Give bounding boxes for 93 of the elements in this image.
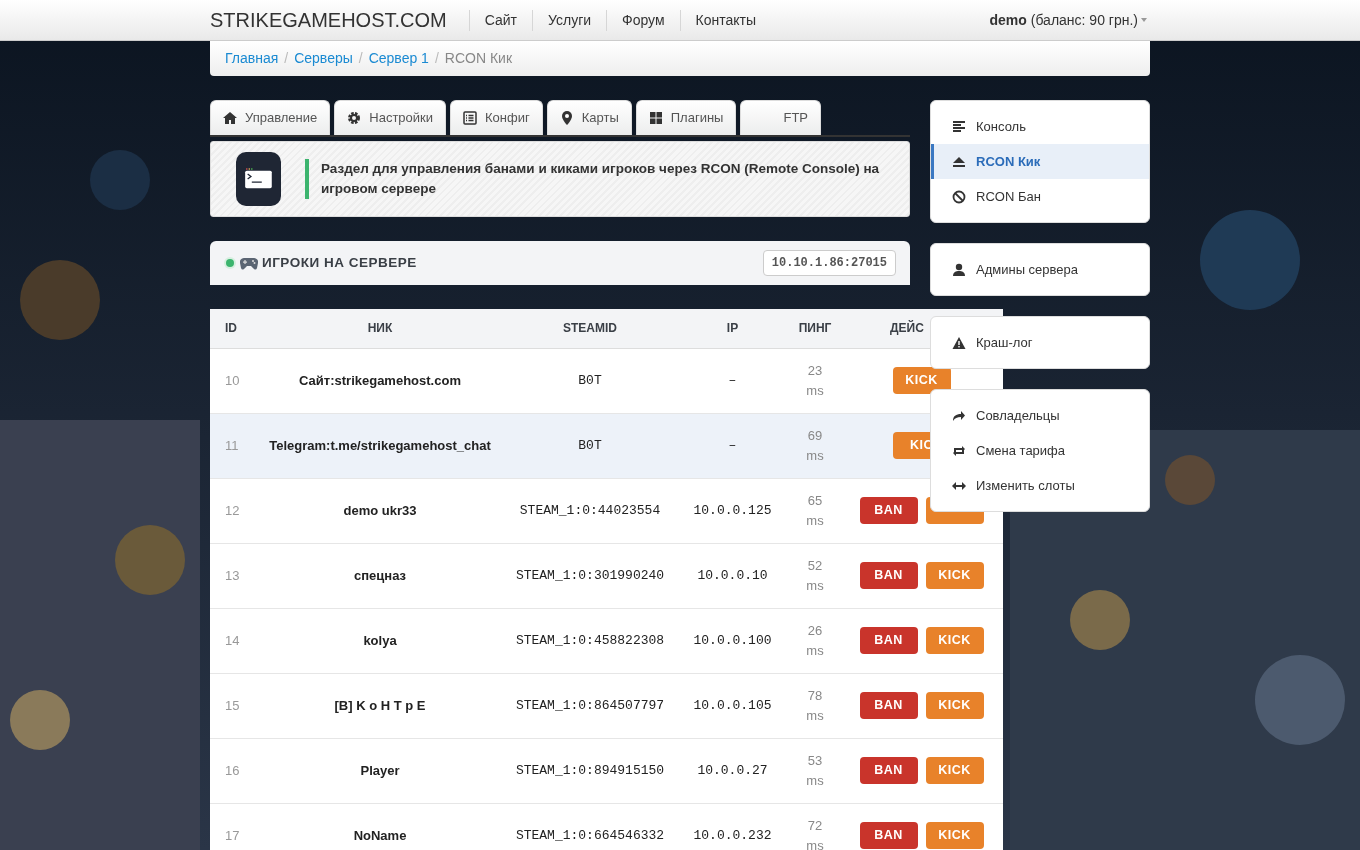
column-header: НИК [255, 309, 505, 348]
steam-id: STEAM_1:0:894915150 [505, 738, 675, 803]
eject-icon [952, 154, 966, 169]
nav-link[interactable]: Форум [606, 9, 680, 31]
ip-address: 10.0.0.100 [675, 608, 790, 673]
gamepad-icon [240, 256, 258, 270]
ip-address: 10.0.0.10 [675, 543, 790, 608]
breadcrumb-separator: / [283, 49, 290, 68]
ping-value: 26 ms [805, 621, 825, 660]
ip-address: 10.0.0.232 [675, 803, 790, 850]
player-name: [B] K o H T p E [255, 673, 505, 738]
ping-value: 53 ms [805, 751, 825, 790]
breadcrumb-current: RCON Кик [444, 49, 512, 68]
steam-id: STEAM_1:0:301990240 [505, 543, 675, 608]
ping-value: 69 ms [805, 426, 825, 465]
tab[interactable]: Конфиг [450, 100, 543, 135]
tab[interactable]: Управление [210, 100, 331, 135]
breadcrumb-separator: / [433, 49, 440, 68]
steam-id: STEAM_1:0:458822308 [505, 608, 675, 673]
steam-id: STEAM_1:0:44023554 [505, 478, 675, 543]
player-name: kolya [255, 608, 505, 673]
ip-address: 10.0.0.27 [675, 738, 790, 803]
steam-id: STEAM_1:0:864507797 [505, 673, 675, 738]
table-cell: 16 [210, 738, 255, 803]
ban-button[interactable]: BAN [859, 562, 918, 589]
player-name: demo ukr33 [255, 478, 505, 543]
ban-button[interactable]: BAN [859, 497, 918, 524]
tab[interactable]: Плагины [635, 100, 737, 135]
table-cell: 12 [210, 478, 255, 543]
ban-button[interactable]: BAN [859, 627, 918, 654]
ban-button[interactable]: BAN [859, 822, 918, 849]
ip-address: – [675, 413, 790, 478]
info-text: Раздел для управления банами и киками игроков через RCON (Remote Console) на игровом сервере [304, 159, 884, 199]
column-header: STEAMID [505, 309, 675, 348]
player-name: спецназ [255, 543, 505, 608]
tab[interactable]: Карты [546, 100, 632, 135]
server-address: 10.10.1.86:27015 [762, 250, 896, 276]
breadcrumb-link[interactable]: Сервер 1 [368, 48, 429, 69]
nav-link[interactable]: Контакты [679, 9, 772, 31]
tab[interactable]: Настройки [334, 100, 447, 135]
steam-id: STEAM_1:0:664546332 [505, 803, 675, 850]
ping-value: 23 ms [805, 361, 825, 400]
panel-title: ИГРОКИ НА СЕРВЕРЕ [262, 253, 417, 272]
site-logo[interactable]: STRIKEGAMEHOST.COM [210, 5, 447, 35]
steam-id: B0T [505, 348, 675, 413]
ip-address: – [675, 348, 790, 413]
ping-value: 72 ms [805, 816, 825, 850]
menu-item[interactable]: RCON Кик [931, 144, 1149, 179]
column-header: IP [675, 309, 790, 348]
ban-icon [952, 189, 966, 204]
table-cell: 10 [210, 348, 255, 413]
player-name: Telegram:t.me/strikegamehost_chat [255, 413, 505, 478]
tab[interactable]: FTP [740, 100, 821, 135]
menu-item[interactable]: Изменить слоты [931, 468, 1149, 503]
user-icon [952, 262, 966, 277]
ban-button[interactable]: BAN [859, 692, 918, 719]
menu-item[interactable]: Админы сервера [931, 252, 1149, 287]
ping-value: 65 ms [805, 491, 825, 530]
lines-icon [952, 119, 966, 134]
caret-icon [1138, 16, 1150, 24]
grid-icon [648, 111, 663, 125]
breadcrumb-link[interactable]: Главная [225, 48, 279, 69]
steam-id: B0T [505, 413, 675, 478]
map-pin-icon [559, 111, 574, 125]
ping-value: 52 ms [805, 556, 825, 595]
list-icon [463, 111, 478, 125]
table-cell: 13 [210, 543, 255, 608]
player-name: NoName [255, 803, 505, 850]
player-name: Player [255, 738, 505, 803]
home-icon [223, 111, 237, 125]
ban-button[interactable]: BAN [859, 757, 918, 784]
gear-icon [347, 111, 362, 125]
table-cell: 14 [210, 608, 255, 673]
table-cell: 11 [210, 413, 255, 478]
ip-address: 10.0.0.125 [675, 478, 790, 543]
repeat-icon [952, 443, 966, 458]
ip-address: 10.0.0.105 [675, 673, 790, 738]
breadcrumb-separator: / [357, 49, 364, 68]
ping-value: 78 ms [805, 686, 825, 725]
player-name: Сайт:strikegamehost.com [255, 348, 505, 413]
menu-item[interactable]: Консоль [931, 109, 1149, 144]
column-header: ПИНГ [790, 309, 840, 348]
nav-link[interactable]: Услуги [532, 9, 607, 31]
status-dot [224, 257, 236, 269]
menu-item[interactable]: Совладельцы [931, 398, 1149, 433]
column-header: ID [210, 309, 255, 348]
user-menu[interactable]: demo (баланс: 90 грн.) [989, 9, 1150, 31]
breadcrumb-link[interactable]: Серверы [294, 48, 353, 69]
menu-item[interactable]: RCON Бан [931, 179, 1149, 214]
table-cell: 15 [210, 673, 255, 738]
terminal-icon [236, 152, 281, 206]
warning-icon [952, 335, 966, 350]
nav-link[interactable]: Сайт [468, 9, 532, 31]
